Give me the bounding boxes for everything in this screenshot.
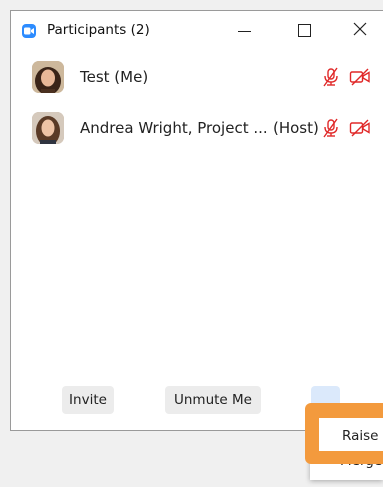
mic-muted-icon[interactable] <box>321 67 341 91</box>
minimize-button[interactable] <box>236 21 256 41</box>
video-off-icon[interactable] <box>349 119 371 141</box>
avatar <box>32 112 64 144</box>
menu-item-raise-hand[interactable]: Raise H <box>342 428 383 444</box>
window-title: Participants (2) <box>47 22 150 38</box>
participant-name: Test (Me) <box>80 68 149 86</box>
host-badge: (Host) <box>273 119 319 137</box>
participant-row[interactable]: Test (Me) <box>11 56 383 106</box>
participant-name: Andrea Wright, Project ... <box>80 119 268 137</box>
close-icon <box>353 22 367 36</box>
close-button[interactable] <box>352 21 372 41</box>
avatar <box>32 61 64 93</box>
invite-button[interactable]: Invite <box>62 386 114 414</box>
zoom-app-icon <box>22 24 36 38</box>
participants-window: Participants (2) Test (Me) Andrea Wright… <box>10 10 383 431</box>
maximize-button[interactable] <box>296 21 316 41</box>
title-bar: Participants (2) <box>11 11 383 51</box>
mic-muted-icon[interactable] <box>321 118 341 142</box>
unmute-me-button[interactable]: Unmute Me <box>165 386 261 414</box>
participant-row[interactable]: Andrea Wright, Project ... (Host) <box>11 107 383 157</box>
video-off-icon[interactable] <box>349 68 371 90</box>
